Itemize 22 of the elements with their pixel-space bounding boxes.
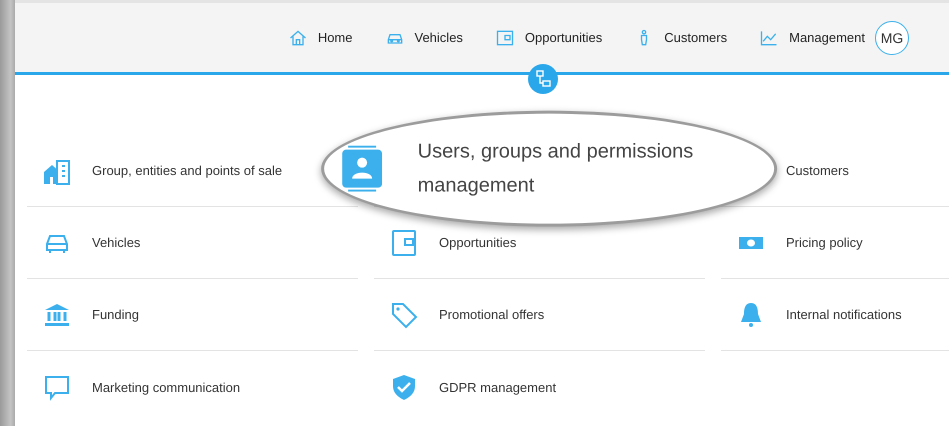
home-icon <box>288 28 308 48</box>
settings-link[interactable]: Funding <box>92 307 139 322</box>
settings-link[interactable]: Internal notifications <box>786 307 902 322</box>
settings-link[interactable]: Customers <box>786 163 849 178</box>
settings-link[interactable]: Opportunities <box>439 235 516 250</box>
wallet-icon <box>494 28 515 48</box>
settings-link[interactable]: Vehicles <box>92 235 140 250</box>
settings-link[interactable]: Group, entities and points of sale <box>92 163 282 178</box>
network-icon[interactable] <box>528 64 558 94</box>
settings-link[interactable]: GDPR management <box>439 380 556 394</box>
settings-link[interactable]: Marketing communication <box>92 380 240 394</box>
nav-link[interactable]: Management <box>759 28 865 48</box>
nav-link[interactable]: Opportunities <box>494 28 602 48</box>
settings-link[interactable]: Pricing policy <box>786 235 863 250</box>
contact-card-icon <box>342 145 382 192</box>
settings-link[interactable]: Promotional offers <box>439 307 544 322</box>
nav-link[interactable]: Vehicles <box>384 28 463 48</box>
settings-link[interactable]: Users, groups and permissions management <box>418 134 718 202</box>
wallet-icon <box>389 228 419 258</box>
user-avatar[interactable]: MG <box>875 20 909 54</box>
nav-link[interactable]: Home <box>288 28 352 48</box>
nav-link[interactable]: Customers <box>634 28 728 48</box>
